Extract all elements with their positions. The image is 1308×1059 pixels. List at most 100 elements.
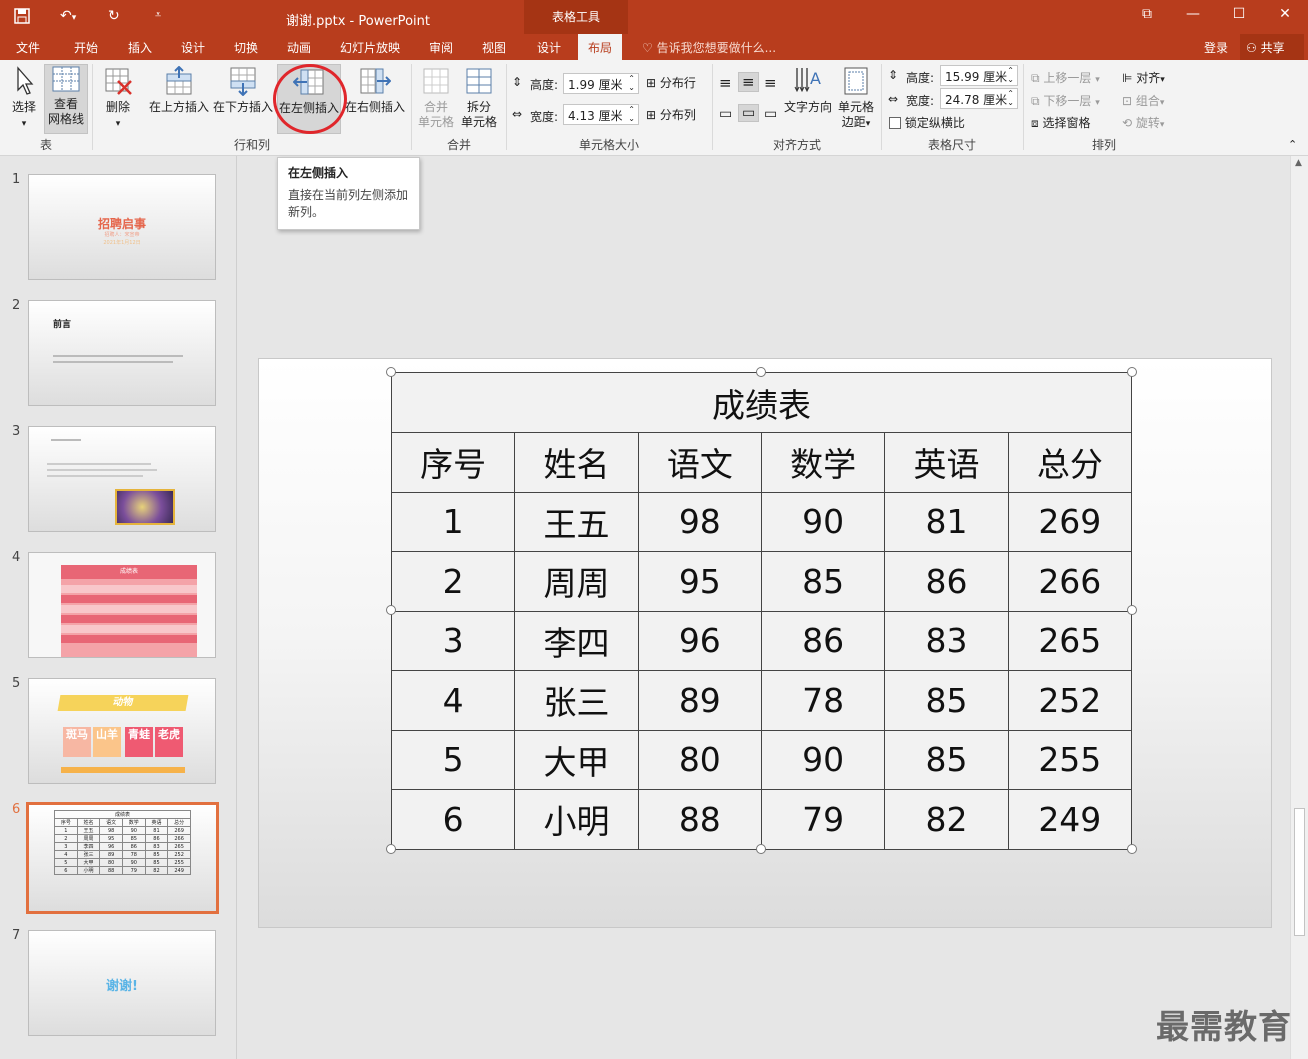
- table-cell[interactable]: 266: [1007, 551, 1133, 612]
- slide-thumb-3[interactable]: [28, 426, 216, 532]
- split-cells-button[interactable]: 拆分 单元格: [458, 66, 500, 130]
- tab-file[interactable]: 文件: [16, 39, 40, 56]
- tab-animations[interactable]: 动画: [287, 39, 311, 56]
- tell-me-search[interactable]: ♡ 告诉我您想要做什么...: [642, 39, 776, 56]
- table-cell[interactable]: 95: [637, 551, 762, 612]
- insert-below-button[interactable]: 在下方插入: [212, 66, 274, 115]
- login-link[interactable]: 登录: [1204, 39, 1228, 56]
- align-left-icon[interactable]: ≡: [719, 74, 732, 92]
- tab-review[interactable]: 审阅: [429, 39, 453, 56]
- table-cell[interactable]: 265: [1007, 610, 1133, 671]
- maximize-button[interactable]: ☐: [1226, 6, 1252, 22]
- cell-width-input[interactable]: 4.13 厘米 ⌃ ⌄: [563, 104, 639, 125]
- insert-right-button[interactable]: 在右侧插入: [344, 66, 406, 115]
- table-cell[interactable]: 85: [884, 670, 1009, 731]
- delete-button[interactable]: 删除 ▾: [98, 66, 138, 132]
- cell-height-input[interactable]: 1.99 厘米 ⌃ ⌄: [563, 73, 639, 94]
- rotate-button[interactable]: ⟲ 旋转▾: [1122, 114, 1164, 131]
- spinner-icon[interactable]: ⌃ ⌄: [628, 74, 635, 92]
- insert-above-button[interactable]: 在上方插入: [146, 66, 212, 115]
- table-cell[interactable]: 6: [390, 789, 516, 850]
- table-cell[interactable]: 小明: [514, 789, 639, 850]
- align-middle-icon[interactable]: ▭: [738, 104, 760, 122]
- table-cell[interactable]: 李四: [514, 610, 639, 671]
- table-cell[interactable]: 5: [390, 729, 516, 790]
- select-button[interactable]: 选择 ▾: [8, 66, 40, 132]
- share-button[interactable]: ⚇ 共享: [1240, 34, 1304, 60]
- table-cell[interactable]: 86: [884, 551, 1009, 612]
- tab-transitions[interactable]: 切换: [234, 39, 258, 56]
- ribbon-display-icon[interactable]: ⧉: [1134, 6, 1160, 22]
- table-cell[interactable]: 序号: [390, 432, 516, 493]
- table-cell[interactable]: 252: [1007, 670, 1133, 731]
- tab-home[interactable]: 开始: [74, 39, 98, 56]
- table-cell[interactable]: 79: [760, 789, 886, 850]
- align-right-icon[interactable]: ≡: [764, 74, 777, 92]
- table-cell[interactable]: 姓名: [514, 432, 639, 493]
- table-cell[interactable]: 王五: [514, 491, 639, 552]
- resize-handle[interactable]: [386, 367, 396, 377]
- resize-handle[interactable]: [756, 844, 766, 854]
- collapse-ribbon-icon[interactable]: ⌃: [1288, 138, 1297, 151]
- table-cell[interactable]: 总分: [1007, 432, 1133, 493]
- resize-handle[interactable]: [386, 844, 396, 854]
- slide-thumb-4[interactable]: 成绩表: [28, 552, 216, 658]
- lock-ratio-checkbox[interactable]: 锁定纵横比: [889, 114, 965, 131]
- table-cell[interactable]: 4: [390, 670, 516, 731]
- save-icon[interactable]: [14, 8, 30, 28]
- table-cell[interactable]: 数学: [760, 432, 886, 493]
- resize-handle[interactable]: [1127, 844, 1137, 854]
- vertical-scrollbar[interactable]: ▲: [1290, 156, 1308, 1059]
- customize-toolbar-icon[interactable]: ⩡: [155, 8, 161, 22]
- table-cell[interactable]: 85: [884, 729, 1009, 790]
- table-cell[interactable]: 255: [1007, 729, 1133, 790]
- table-height-input[interactable]: 15.99 厘米 ⌃ ⌄: [940, 65, 1018, 86]
- close-button[interactable]: ✕: [1272, 6, 1298, 22]
- table-cell[interactable]: 张三: [514, 670, 639, 731]
- tab-slideshow[interactable]: 幻灯片放映: [340, 39, 400, 56]
- tab-design[interactable]: 设计: [181, 39, 205, 56]
- table-cell[interactable]: 90: [760, 729, 886, 790]
- table-cell[interactable]: 88: [637, 789, 762, 850]
- cell-margins-button[interactable]: 单元格 边距▾: [836, 66, 876, 132]
- resize-handle[interactable]: [756, 367, 766, 377]
- spinner-icon[interactable]: ⌃ ⌄: [1007, 66, 1014, 84]
- table-cell[interactable]: 85: [760, 551, 886, 612]
- table-cell[interactable]: 83: [884, 610, 1009, 671]
- send-backward-button[interactable]: ⧉ 下移一层 ▾: [1031, 92, 1100, 109]
- slide-thumb-7[interactable]: 谢谢!: [28, 930, 216, 1036]
- slide-thumb-2[interactable]: 前言: [28, 300, 216, 406]
- table-cell[interactable]: 86: [760, 610, 886, 671]
- tab-view[interactable]: 视图: [482, 39, 506, 56]
- resize-handle[interactable]: [1127, 367, 1137, 377]
- slide-thumb-5[interactable]: 动物 斑马 山羊 青蛙 老虎: [28, 678, 216, 784]
- bring-forward-button[interactable]: ⧉ 上移一层 ▾: [1031, 69, 1100, 86]
- table-cell[interactable]: 2: [390, 551, 516, 612]
- table-cell[interactable]: 81: [884, 491, 1009, 552]
- table-cell[interactable]: 周周: [514, 551, 639, 612]
- resize-handle[interactable]: [386, 605, 396, 615]
- table-cell[interactable]: 82: [884, 789, 1009, 850]
- table-cell[interactable]: 英语: [884, 432, 1009, 493]
- slide-thumb-6[interactable]: 成绩表 序号 姓名 语文 数学 英语 总分 1 王五 98 90 81 269 2 周周 95 85 86 266 3…: [26, 802, 219, 914]
- score-table[interactable]: 成绩表 序号 姓名 语文 数学 英语 总分 1 王五 98 90 81 269 2 周周 95 85 86 266…: [390, 372, 1133, 850]
- table-cell[interactable]: 96: [637, 610, 762, 671]
- align-top-icon[interactable]: ▭: [719, 106, 732, 122]
- merge-cells-button[interactable]: 合并 单元格: [416, 66, 456, 130]
- table-cell[interactable]: 80: [637, 729, 762, 790]
- text-direction-button[interactable]: A 文字方向: [782, 66, 834, 115]
- table-cell[interactable]: 89: [637, 670, 762, 731]
- table-cell[interactable]: 269: [1007, 491, 1133, 552]
- table-cell[interactable]: 90: [760, 491, 886, 552]
- table-cell[interactable]: 3: [390, 610, 516, 671]
- distribute-cols-button[interactable]: ⊞ 分布列: [646, 106, 696, 123]
- align-center-icon[interactable]: ≡: [738, 72, 759, 92]
- table-cell[interactable]: 1: [390, 491, 516, 552]
- align-bottom-icon[interactable]: ▭: [764, 106, 777, 122]
- scroll-up-icon[interactable]: ▲: [1295, 158, 1302, 168]
- distribute-rows-button[interactable]: ⊞ 分布行: [646, 74, 696, 91]
- table-caption[interactable]: 成绩表: [391, 372, 1132, 433]
- spinner-icon[interactable]: ⌃ ⌄: [628, 105, 635, 123]
- tab-table-design[interactable]: 设计: [537, 39, 561, 56]
- tab-insert[interactable]: 插入: [128, 39, 152, 56]
